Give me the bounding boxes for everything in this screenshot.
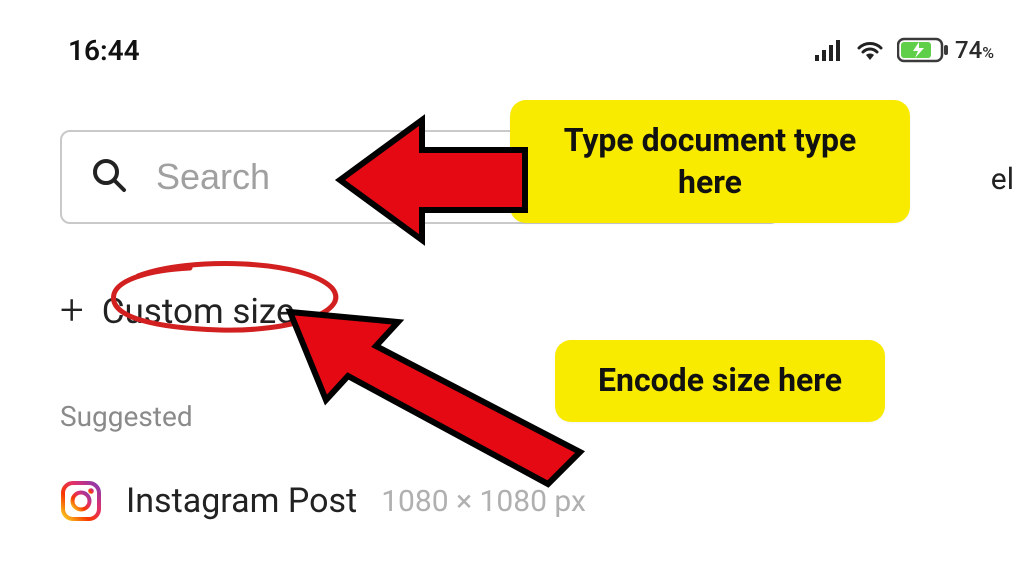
status-bar: 16:44 xyxy=(0,32,1024,68)
search-icon xyxy=(90,156,128,198)
template-instagram-post[interactable]: Instagram Post 1080 × 1080 px xyxy=(60,480,586,522)
suggested-heading: Suggested xyxy=(60,400,193,433)
custom-size-button[interactable]: + Custom size xyxy=(60,290,295,332)
status-indicators: 74% xyxy=(815,36,994,64)
instagram-icon xyxy=(60,480,102,522)
template-label: Instagram Post xyxy=(126,481,357,521)
cellular-signal-icon xyxy=(815,38,843,62)
template-dimensions: 1080 × 1080 px xyxy=(381,484,586,519)
annotation-callout-search: Type document type here xyxy=(510,100,910,223)
status-time: 16:44 xyxy=(68,34,140,67)
plus-icon: + xyxy=(60,290,84,332)
annotation-callout-customsize: Encode size here xyxy=(555,340,885,422)
wifi-icon xyxy=(853,37,887,63)
battery-icon: 74% xyxy=(897,36,994,64)
custom-size-label: Custom size xyxy=(102,291,295,332)
battery-percent: 74% xyxy=(955,36,994,64)
cancel-partial-text[interactable]: el xyxy=(991,162,1014,197)
arrow-to-customsize-icon xyxy=(280,294,590,494)
